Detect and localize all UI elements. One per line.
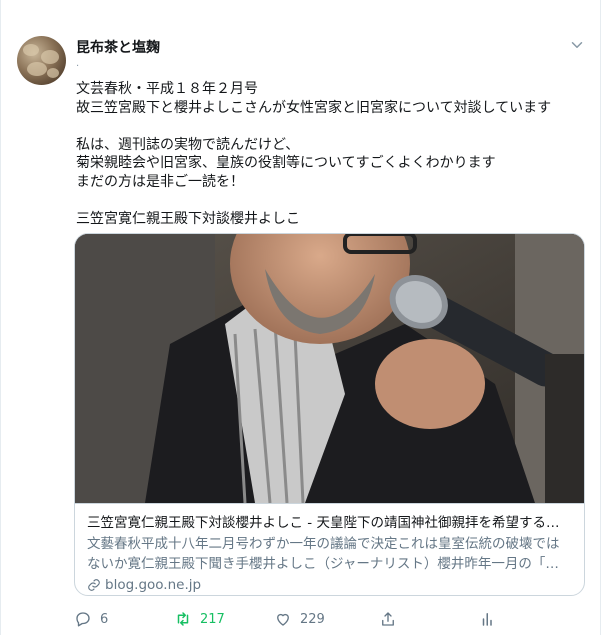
retweet-button[interactable]: 217	[174, 610, 225, 628]
analytics-button[interactable]	[479, 610, 497, 628]
author-handle: .	[76, 58, 80, 69]
reply-icon	[76, 612, 90, 627]
avatar[interactable]	[17, 36, 66, 85]
retweet-icon	[177, 612, 189, 626]
card-domain-text: blog.goo.ne.jp	[105, 577, 202, 593]
link-card[interactable]: 三笠宮寛仁親王殿下対談櫻井よしこ - 天皇陛下の靖国神社御親拝を希望する… 文藝…	[74, 233, 585, 596]
card-photo	[75, 234, 584, 503]
tweet[interactable]: 昆布茶と塩麹 . 文芸春秋・平成１８年２月号 故三笠宮殿下と櫻井よしこさんが女性…	[0, 0, 601, 635]
card-image	[75, 234, 584, 503]
analytics-icon	[482, 613, 492, 626]
card-title[interactable]: 三笠宮寛仁親王殿下対談櫻井よしこ - 天皇陛下の靖国神社御親拝を希望する…	[87, 514, 572, 533]
share-icon	[382, 612, 394, 626]
like-count: 229	[300, 611, 325, 627]
link-icon	[88, 579, 100, 591]
tweet-actions: 6 217 229	[74, 610, 574, 630]
chevron-down-icon[interactable]	[568, 36, 586, 54]
reply-count: 6	[100, 611, 109, 627]
like-icon	[277, 613, 289, 626]
like-button[interactable]: 229	[274, 610, 325, 628]
author-name[interactable]: 昆布茶と塩麹	[76, 37, 160, 57]
card-description: 文藝春秋平成十八年二月号わずか一年の議論で決定これは皇室伝統の破壊ではないか寛仁…	[87, 536, 560, 572]
tweet-text: 文芸春秋・平成１８年２月号 故三笠宮殿下と櫻井よしこさんが女性宮家と旧宮家につい…	[76, 81, 552, 227]
share-button[interactable]	[379, 610, 397, 628]
retweet-count: 217	[200, 611, 225, 627]
reply-button[interactable]: 6	[74, 610, 108, 628]
card-domain: blog.goo.ne.jp	[87, 577, 572, 593]
